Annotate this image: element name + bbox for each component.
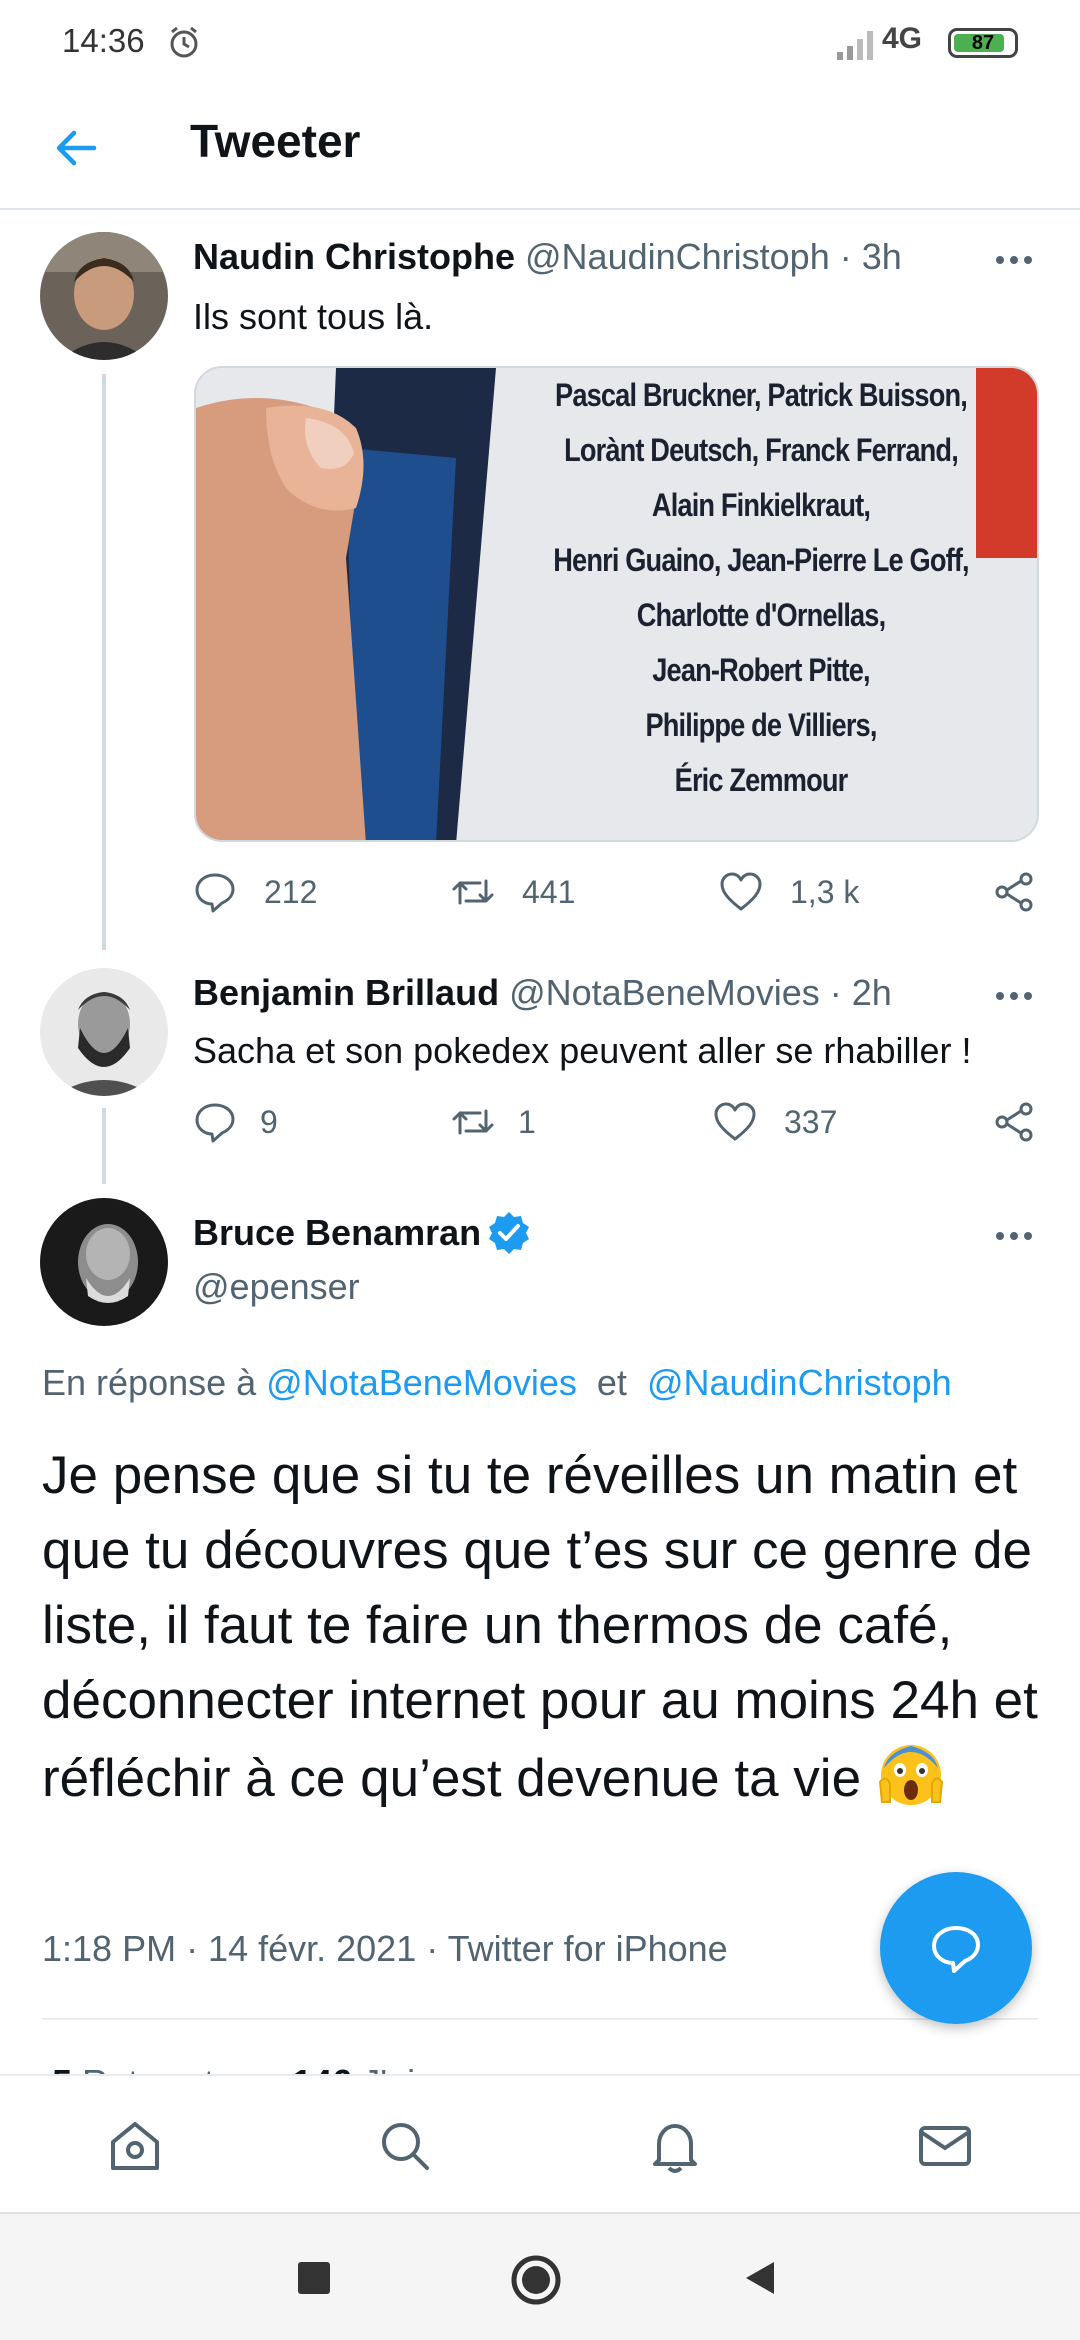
system-navigation-bar <box>0 2212 1080 2340</box>
author-name[interactable]: Benjamin Brillaud <box>193 972 499 1013</box>
reply-and: et <box>596 1362 627 1403</box>
photo-text-line: Éric Zemmour <box>674 762 849 798</box>
author-name[interactable]: Naudin Christophe <box>193 236 515 277</box>
tweet-actions: 212 441 1,3 k <box>192 862 1042 922</box>
photo-text-line: Lorànt Deutsch, Franck Ferrand, <box>564 432 959 468</box>
more-icon[interactable] <box>994 986 1044 1006</box>
battery-level: 87 <box>971 32 995 54</box>
status-bar: 14:36 4G 87 <box>0 0 1080 86</box>
top-app-bar: Tweeter <box>0 86 1080 210</box>
status-time: 14:36 <box>62 22 145 59</box>
like-icon <box>714 1102 756 1141</box>
author-handle[interactable]: @epenser <box>193 1266 360 1308</box>
avatar[interactable] <box>40 1198 168 1326</box>
photo-text: Pascal Bruckner, Patrick Buisson, Lorànt … <box>493 368 1029 808</box>
avatar[interactable] <box>40 968 168 1096</box>
search-icon[interactable] <box>375 2116 435 2176</box>
reply-button[interactable]: 212 <box>192 862 317 922</box>
reply-icon <box>195 873 235 913</box>
author-name[interactable]: Bruce Benamran <box>193 1212 481 1254</box>
tweet-time: · 2h <box>829 972 892 1013</box>
back-arrow-icon[interactable] <box>48 120 104 176</box>
bottom-navigation <box>0 2074 1080 2212</box>
reply-user-link[interactable]: @NotaBeneMovies <box>266 1362 577 1403</box>
author-name-text: Bruce Benamran <box>193 1212 482 1253</box>
like-icon <box>720 872 762 911</box>
network-type: 4G <box>882 22 923 55</box>
like-button[interactable]: 1,3 k <box>718 862 859 922</box>
reply-count: 212 <box>264 873 318 910</box>
thread-line <box>102 1108 106 1184</box>
retweet-button[interactable]: 441 <box>450 862 575 922</box>
retweet-icon <box>452 1109 494 1135</box>
tweet-photo[interactable]: Pascal Bruckner, Patrick Buisson, Lorànt … <box>194 366 1039 842</box>
photo-text-line: Henri Guaino, Jean-Pierre Le Goff, <box>553 542 969 578</box>
face-screaming-in-fear-emoji <box>878 1745 943 1805</box>
avatar[interactable] <box>40 232 168 360</box>
share-button[interactable] <box>992 1092 1038 1152</box>
tweet-actions: 9 1 337 <box>192 1092 1042 1152</box>
retweet-count: 441 <box>522 873 576 910</box>
divider <box>42 2018 1038 2020</box>
main-tweet-text: Je pense que si tu te réveilles un matin… <box>42 1438 1052 1816</box>
tweet-text: Ils sont tous là. <box>193 296 434 337</box>
compose-reply-icon <box>932 1926 980 1973</box>
author-handle[interactable]: @NotaBeneMovies <box>509 972 820 1013</box>
reply-prefix: En réponse à <box>42 1362 257 1403</box>
like-button[interactable]: 337 <box>712 1092 837 1152</box>
like-count: 1,3 k <box>790 873 860 910</box>
more-icon[interactable] <box>994 1226 1044 1246</box>
retweet-button[interactable]: 1 <box>450 1092 536 1152</box>
notifications-icon[interactable] <box>645 2116 705 2176</box>
photo-text-line: Pascal Bruckner, Patrick Buisson, <box>555 377 968 413</box>
reply-icon <box>195 1103 235 1143</box>
share-icon <box>995 1102 1033 1142</box>
home-system-icon[interactable] <box>510 2254 562 2306</box>
home-icon[interactable] <box>105 2116 165 2176</box>
reply-button[interactable]: 9 <box>192 1092 278 1152</box>
alarm-icon <box>170 26 198 58</box>
share-button[interactable] <box>992 862 1038 922</box>
like-count: 337 <box>784 1103 838 1140</box>
photo-text-line: Jean-Robert Pitte, <box>652 652 870 688</box>
retweet-count: 1 <box>518 1103 536 1140</box>
tweet-time: · 3h <box>839 236 902 277</box>
tweet-timestamp: 1:18 PM · 14 févr. 2021 · Twitter for iP… <box>42 1928 728 1969</box>
page-title: Tweeter <box>190 115 361 167</box>
photo-text-line: Philippe de Villiers, <box>645 707 877 743</box>
share-icon <box>995 872 1033 912</box>
back-system-icon[interactable] <box>740 2258 780 2298</box>
battery-icon: 87 <box>948 28 1018 58</box>
verified-icon <box>489 1212 529 1254</box>
reply-count: 9 <box>260 1103 278 1140</box>
author-handle-text: @epenser <box>193 1266 360 1307</box>
thread-line <box>102 374 106 950</box>
signal-icon <box>837 31 873 60</box>
tweet-header: Naudin Christophe @NaudinChristoph · 3h <box>193 236 902 278</box>
messages-icon[interactable] <box>915 2116 975 2176</box>
photo-text-line: Alain Finkielkraut, <box>651 487 871 523</box>
reply-context: En réponse à @NotaBeneMovies et @NaudinC… <box>42 1362 952 1404</box>
reply-user-link[interactable]: @NaudinChristoph <box>647 1362 952 1403</box>
retweet-icon <box>452 879 494 905</box>
recents-icon[interactable] <box>296 2260 332 2296</box>
tweet-header: Benjamin Brillaud @NotaBeneMovies · 2h <box>193 972 892 1014</box>
author-handle[interactable]: @NaudinChristoph <box>525 236 830 277</box>
compose-reply-button[interactable] <box>880 1872 1032 2024</box>
more-icon[interactable] <box>994 250 1044 270</box>
tweet-text: Sacha et son pokedex peuvent aller se rh… <box>193 1030 972 1071</box>
photo-text-line: Charlotte d'Ornellas, <box>636 597 886 633</box>
